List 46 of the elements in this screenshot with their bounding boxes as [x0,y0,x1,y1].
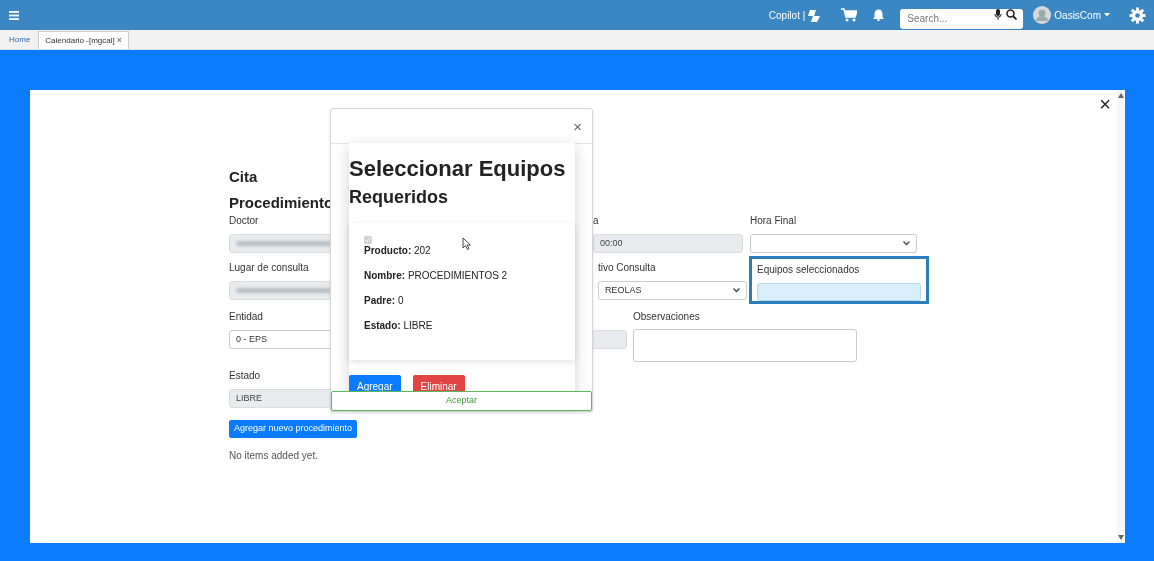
tab[interactable]: Calendario -[mgcal] × [38,31,129,49]
cursor-icon [462,237,471,250]
chevron-down-icon [733,288,740,293]
textarea-field[interactable] [633,329,857,362]
close-tab-button[interactable]: × [116,33,122,48]
cart-icon[interactable] [841,8,858,22]
item-detail: Estado: LIBRE [364,320,433,332]
search-field[interactable]: Search... [900,8,1024,29]
copilot-label[interactable]: Copilot | [768,7,806,23]
scrollbar[interactable] [1117,90,1125,543]
user-name[interactable]: OasisCom [1054,7,1101,23]
text-field: 00:00 [593,234,743,253]
empty-message: No items added yet. [229,449,318,463]
field-label: Observaciones [633,310,701,324]
field-label: a [593,214,600,228]
field-label: Doctor [229,214,260,228]
field-label: tivo Consulta [597,261,657,275]
section-heading: Procedimiento [229,193,334,213]
field-label: Entidad [229,310,264,324]
caret-icon[interactable] [1104,13,1110,17]
accept-button[interactable]: Aceptar [331,391,592,411]
tab[interactable]: Home [3,31,37,49]
add-procedure-button[interactable]: Agregar nuevo procedimiento [229,419,358,438]
menu-icon[interactable] [9,10,19,20]
modal-subtitle: Requeridos [349,186,449,209]
bell-icon[interactable] [873,9,885,21]
modal-title: Seleccionar Equipos [349,155,566,183]
item-detail: Nombre: PROCEDIMIENTOS 2 [364,270,508,282]
settings-icon[interactable] [1129,6,1146,24]
select-field[interactable]: REOLAS [597,281,747,300]
close-button[interactable]: × [573,118,582,134]
field-label: Hora Final [750,214,798,228]
scroll-down-icon[interactable] [1118,535,1124,540]
item-detail: Padre: 0 [364,295,404,307]
text-field[interactable] [757,282,921,301]
close-button[interactable]: × [1099,94,1111,114]
microphone-icon[interactable] [994,9,1003,20]
search-icon[interactable] [1006,9,1018,20]
select-field[interactable] [750,234,917,253]
chevron-down-icon [903,241,910,246]
avatar-icon[interactable] [1033,6,1052,24]
form-title: Cita [229,167,258,187]
field-label: Equipos seleccionados [757,263,861,277]
item-detail: Producto: 202 [364,245,431,257]
field-label: Estado [229,369,262,383]
scroll-up-icon[interactable] [1118,93,1124,98]
